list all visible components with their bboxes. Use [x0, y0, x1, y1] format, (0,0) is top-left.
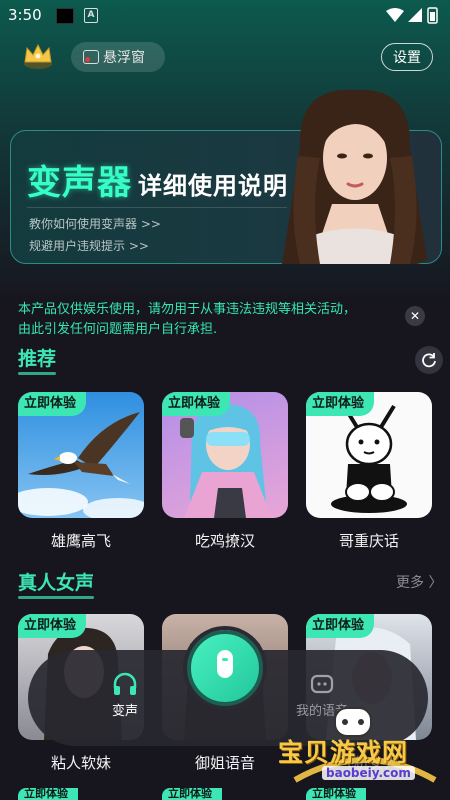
microphone-icon	[217, 650, 233, 678]
wifi-icon	[386, 8, 404, 22]
try-now-badge: 立即体验	[306, 614, 375, 638]
section-title-recommend: 推荐	[18, 344, 57, 375]
float-window-label: 悬浮窗	[103, 50, 145, 66]
banner-model-portrait	[282, 89, 428, 264]
headphones-icon	[113, 672, 137, 695]
notification-square-icon	[56, 8, 74, 24]
settings-label: 设置	[393, 50, 421, 66]
try-now-badge: 立即体验	[18, 392, 87, 416]
nav-voice-change[interactable]: 变声	[102, 672, 148, 719]
section-title-female-voice: 真人女声	[18, 568, 95, 599]
disclaimer-line-2: 由此引发任何问题需用户自行承担.	[18, 322, 218, 337]
recommend-card-name: 吃鸡撩汉	[194, 532, 255, 550]
disclaimer-line-1: 本产品仅供娱乐使用，请勿用于从事违法违规等相关活动，	[18, 302, 357, 317]
nav-voice-label: 变声	[111, 704, 138, 719]
banner-link-how-to-use[interactable]: 教你如何使用变声器 >>	[29, 215, 161, 232]
section-underline	[18, 372, 57, 375]
try-now-badge: 立即体验	[162, 788, 222, 800]
banner-title-sub: 详细使用说明	[138, 172, 288, 200]
cellular-signal-icon	[408, 8, 422, 22]
try-now-badge: 立即体验	[18, 614, 87, 638]
status-bar: 3:50 A	[0, 0, 450, 32]
female-card-name: 粘人软妹	[50, 754, 111, 772]
float-window-button[interactable]: 悬浮窗	[71, 42, 165, 72]
watermark-text: 宝贝游戏网	[278, 738, 409, 767]
disclaimer-text: 本产品仅供娱乐使用，请勿用于从事违法违规等相关活动， 由此引发任何问题需用户自行…	[18, 300, 398, 340]
recommend-card-name: 雄鹰高飞	[50, 532, 111, 550]
banner-divider	[27, 207, 287, 208]
watermark-url: baobeiy.com	[322, 766, 415, 780]
next-row-badges: 立即体验 立即体验 立即体验	[0, 788, 450, 800]
section-underline	[18, 596, 95, 599]
status-icons	[386, 7, 438, 24]
recommend-card-gamer[interactable]: 立即体验	[162, 392, 288, 518]
robot-icon	[310, 674, 334, 694]
banner-title: 变声器 详细使用说明	[27, 155, 288, 204]
microphone-button[interactable]	[187, 630, 263, 706]
a-notification-icon: A	[84, 8, 98, 23]
more-link[interactable]: 更多 〉	[396, 572, 442, 592]
try-now-badge: 立即体验	[162, 392, 231, 416]
recommend-card-chongqing[interactable]: 立即体验	[306, 392, 432, 518]
section-title-recommend-label: 推荐	[18, 348, 57, 370]
try-now-badge: 立即体验	[306, 788, 366, 800]
recommend-card-eagle[interactable]: 立即体验	[18, 392, 144, 518]
refresh-icon[interactable]	[415, 346, 443, 374]
status-time: 3:50	[8, 6, 42, 24]
try-now-badge: 立即体验	[18, 788, 78, 800]
banner-title-main: 变声器	[27, 163, 132, 203]
try-now-badge: 立即体验	[306, 392, 375, 416]
section-title-female-label: 真人女声	[18, 572, 95, 594]
settings-button[interactable]: 设置	[381, 43, 433, 71]
banner-link-violation-tips[interactable]: 规避用户违规提示 >>	[29, 237, 149, 254]
female-card-name: 御姐语音	[194, 754, 255, 772]
close-disclaimer-icon[interactable]: ✕	[405, 306, 425, 326]
float-window-icon	[83, 50, 99, 64]
vip-crown-icon[interactable]	[22, 42, 54, 70]
recommend-card-name: 哥重庆话	[338, 532, 399, 550]
